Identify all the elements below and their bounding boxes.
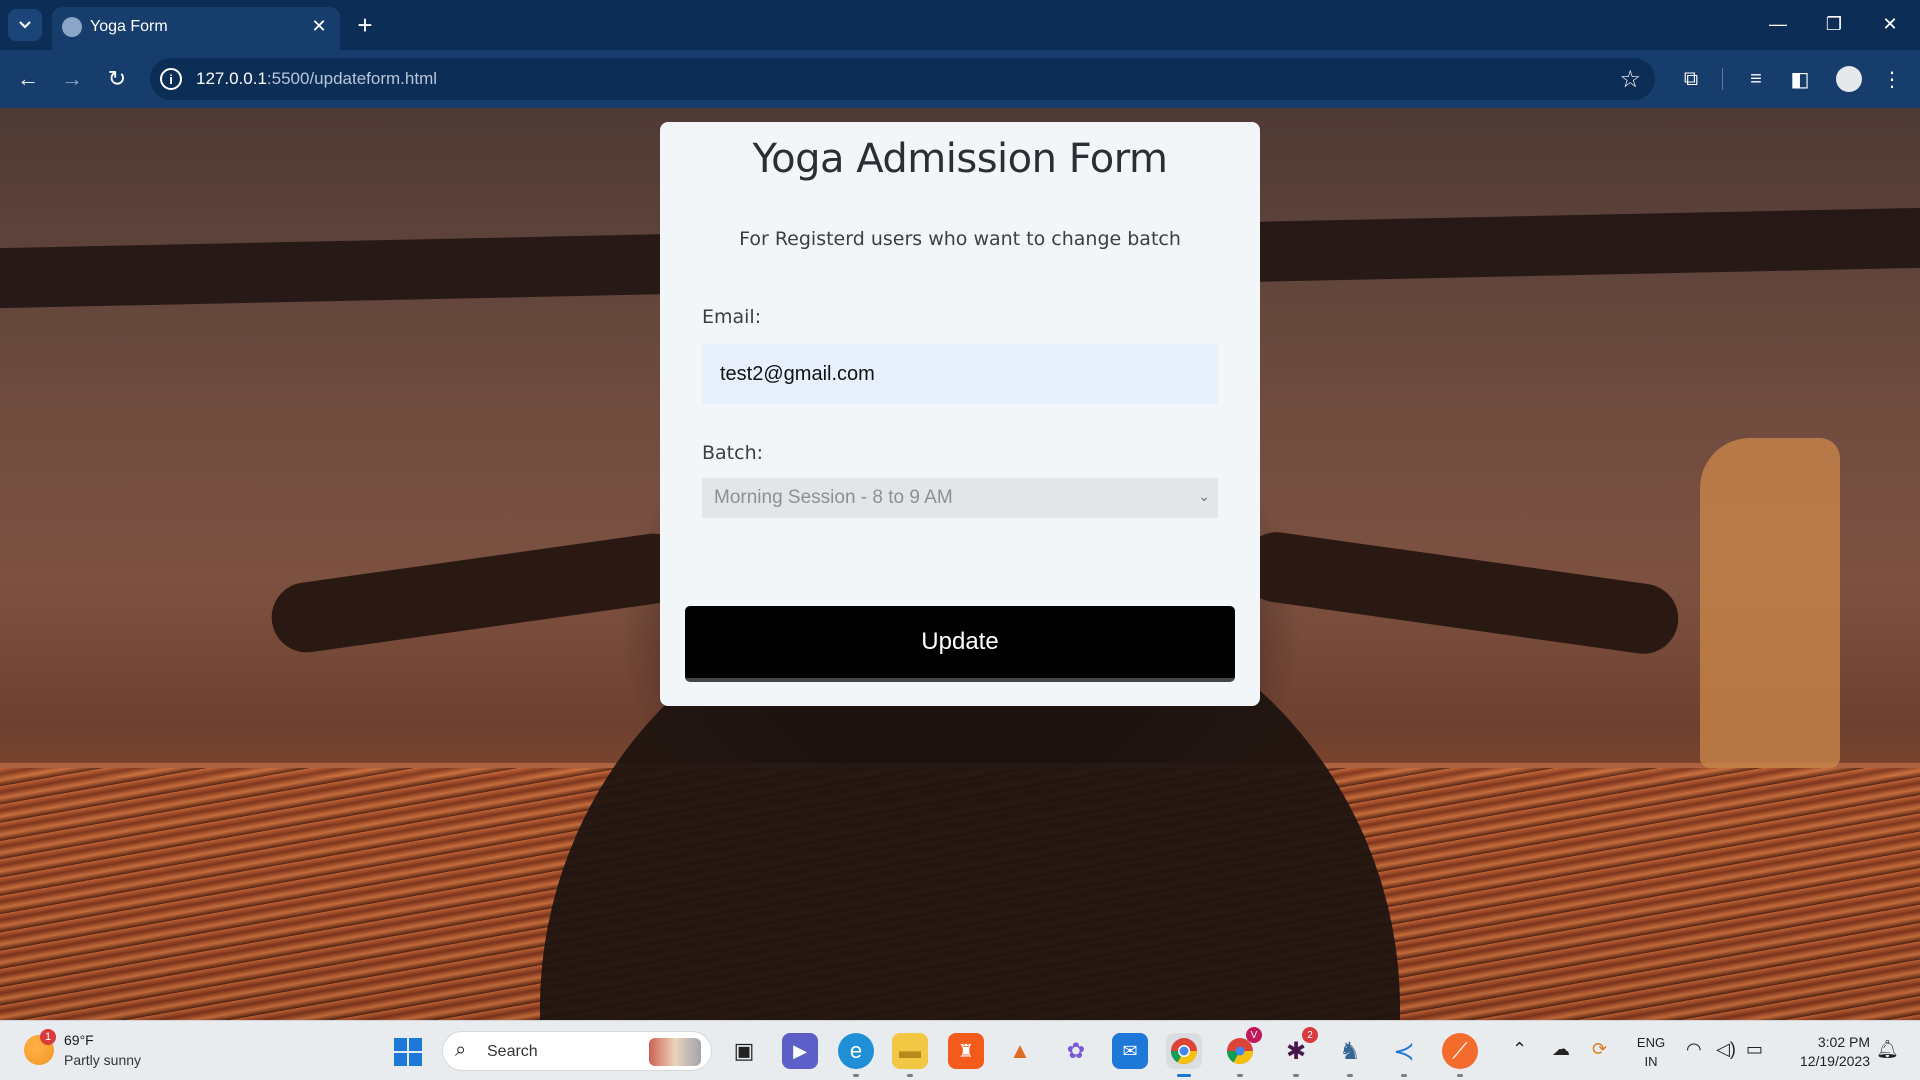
weather-badge: 1 bbox=[40, 1029, 56, 1045]
batch-label: Batch: bbox=[702, 442, 764, 464]
clock-time: 3:02 PM bbox=[1817, 1034, 1870, 1050]
form-title: Yoga Admission Form bbox=[752, 136, 1168, 182]
brave-icon[interactable]: ♜ bbox=[948, 1033, 984, 1069]
window-close-icon[interactable]: ✕ bbox=[1862, 0, 1918, 48]
chevron-up-icon[interactable]: ⌃ bbox=[1512, 1039, 1527, 1060]
task-view-icon[interactable]: ▣ bbox=[726, 1033, 762, 1069]
cloud-offline-icon[interactable]: ☁ bbox=[1552, 1039, 1570, 1060]
menu-icon[interactable]: ⋮ bbox=[1876, 63, 1908, 95]
vscode-icon[interactable]: ≺ bbox=[1386, 1033, 1422, 1077]
url-path: :5500/updateform.html bbox=[266, 69, 438, 88]
chrome-profile-icon[interactable]: V bbox=[1222, 1027, 1262, 1077]
weather-temperature: 69°F bbox=[64, 1032, 94, 1048]
plus-icon[interactable]: + bbox=[350, 10, 380, 40]
active-tab[interactable]: Yoga Form ✕ bbox=[52, 7, 340, 50]
weather-description: Partly sunny bbox=[64, 1052, 142, 1068]
globe-icon bbox=[62, 17, 82, 37]
chrome-profile-badge: V bbox=[1246, 1027, 1262, 1043]
slack-badge: 2 bbox=[1302, 1027, 1318, 1043]
volume-icon[interactable]: ◁) bbox=[1716, 1039, 1736, 1060]
minimize-icon[interactable]: — bbox=[1750, 0, 1806, 48]
search-icon: ⌕ bbox=[455, 1039, 467, 1061]
info-icon[interactable]: i bbox=[160, 68, 182, 90]
language-code: ENG bbox=[1636, 1035, 1666, 1050]
admission-form: Yoga Admission Form For Registerd users … bbox=[660, 122, 1260, 706]
media-icon[interactable]: ≡ bbox=[1740, 63, 1772, 95]
matlab-icon[interactable]: ▲ bbox=[1002, 1033, 1038, 1069]
tab-list-icon bbox=[19, 21, 31, 29]
url-text[interactable]: 127.0.0.1:5500/updateform.html bbox=[196, 69, 437, 89]
address-bar[interactable]: i 127.0.0.1:5500/updateform.html ☆ bbox=[150, 58, 1655, 100]
language-indicator[interactable]: ENG IN bbox=[1634, 1033, 1668, 1071]
battery-icon[interactable]: ▭ bbox=[1746, 1039, 1763, 1060]
restore-icon[interactable]: ❐ bbox=[1806, 0, 1862, 48]
background-arm-right bbox=[1237, 527, 1683, 659]
forward-icon[interactable]: → bbox=[56, 63, 88, 95]
form-subtitle: For Registerd users who want to change b… bbox=[739, 228, 1181, 250]
taskbar-search-label: Search bbox=[487, 1043, 538, 1060]
copilot-icon[interactable]: ✿ bbox=[1058, 1033, 1094, 1069]
email-label: Email: bbox=[702, 306, 762, 328]
batch-select[interactable]: Morning Session - 8 to 9 AM ⌄ bbox=[702, 478, 1218, 518]
reload-icon[interactable]: ↻ bbox=[101, 63, 133, 95]
back-icon[interactable]: ← bbox=[12, 63, 44, 95]
chevron-down-icon: ⌄ bbox=[1198, 488, 1210, 504]
region-code: IN bbox=[1644, 1054, 1658, 1069]
sync-icon[interactable]: ⟳ bbox=[1592, 1039, 1607, 1060]
taskbar: 1 69°F Partly sunny ⌕ Search ▣ ▶ e ▬ ♜ ▲… bbox=[0, 1020, 1920, 1080]
teams-chat-icon[interactable]: ▶ bbox=[782, 1033, 818, 1069]
taskbar-search[interactable]: ⌕ Search bbox=[442, 1031, 712, 1071]
star-icon[interactable]: ☆ bbox=[1619, 65, 1641, 94]
chrome-icon[interactable] bbox=[1166, 1033, 1202, 1077]
tab-strip: Yoga Form ✕ + — ❐ ✕ bbox=[0, 0, 1920, 50]
close-icon[interactable]: ✕ bbox=[306, 13, 332, 39]
background-cloth bbox=[1700, 438, 1840, 768]
clock-date: 12/19/2023 bbox=[1799, 1053, 1870, 1069]
update-button[interactable]: Update bbox=[685, 606, 1235, 682]
windows-icon[interactable] bbox=[394, 1038, 422, 1066]
search-highlight-image bbox=[649, 1038, 701, 1066]
browser-toolbar: ← → ↻ i 127.0.0.1:5500/updateform.html ☆… bbox=[0, 50, 1920, 108]
batch-selected-value: Morning Session - 8 to 9 AM bbox=[714, 487, 953, 508]
postgres-icon[interactable]: ♞ bbox=[1332, 1033, 1368, 1077]
postman-icon[interactable]: ⟋ bbox=[1442, 1033, 1478, 1077]
file-explorer-icon[interactable]: ▬ bbox=[892, 1033, 928, 1077]
page-viewport: Yoga Admission Form For Registerd users … bbox=[0, 108, 1920, 1020]
edge-icon[interactable]: e bbox=[838, 1033, 874, 1077]
profile-avatar[interactable] bbox=[1836, 66, 1862, 92]
system-clock[interactable]: 3:02 PM 12/19/2023 bbox=[1780, 1033, 1870, 1071]
email-value: test2@gmail.com bbox=[720, 362, 875, 385]
background-arm-left bbox=[267, 529, 693, 657]
mail-icon[interactable]: ✉ bbox=[1112, 1033, 1148, 1069]
toolbar-divider bbox=[1722, 68, 1723, 90]
email-field[interactable]: test2@gmail.com bbox=[702, 344, 1218, 404]
sidepanel-icon[interactable]: ◧ bbox=[1784, 63, 1816, 95]
wifi-icon[interactable]: ◠ bbox=[1686, 1039, 1702, 1060]
tab-title: Yoga Form bbox=[90, 18, 168, 35]
extensions-icon[interactable]: ⧉ bbox=[1675, 63, 1707, 95]
tab-list-button[interactable] bbox=[8, 9, 42, 41]
slack-icon[interactable]: ✱ 2 bbox=[1278, 1027, 1318, 1077]
notification-icon[interactable]: 🔔︎ bbox=[1876, 1039, 1899, 1060]
url-host: 127.0.0.1 bbox=[196, 69, 267, 88]
